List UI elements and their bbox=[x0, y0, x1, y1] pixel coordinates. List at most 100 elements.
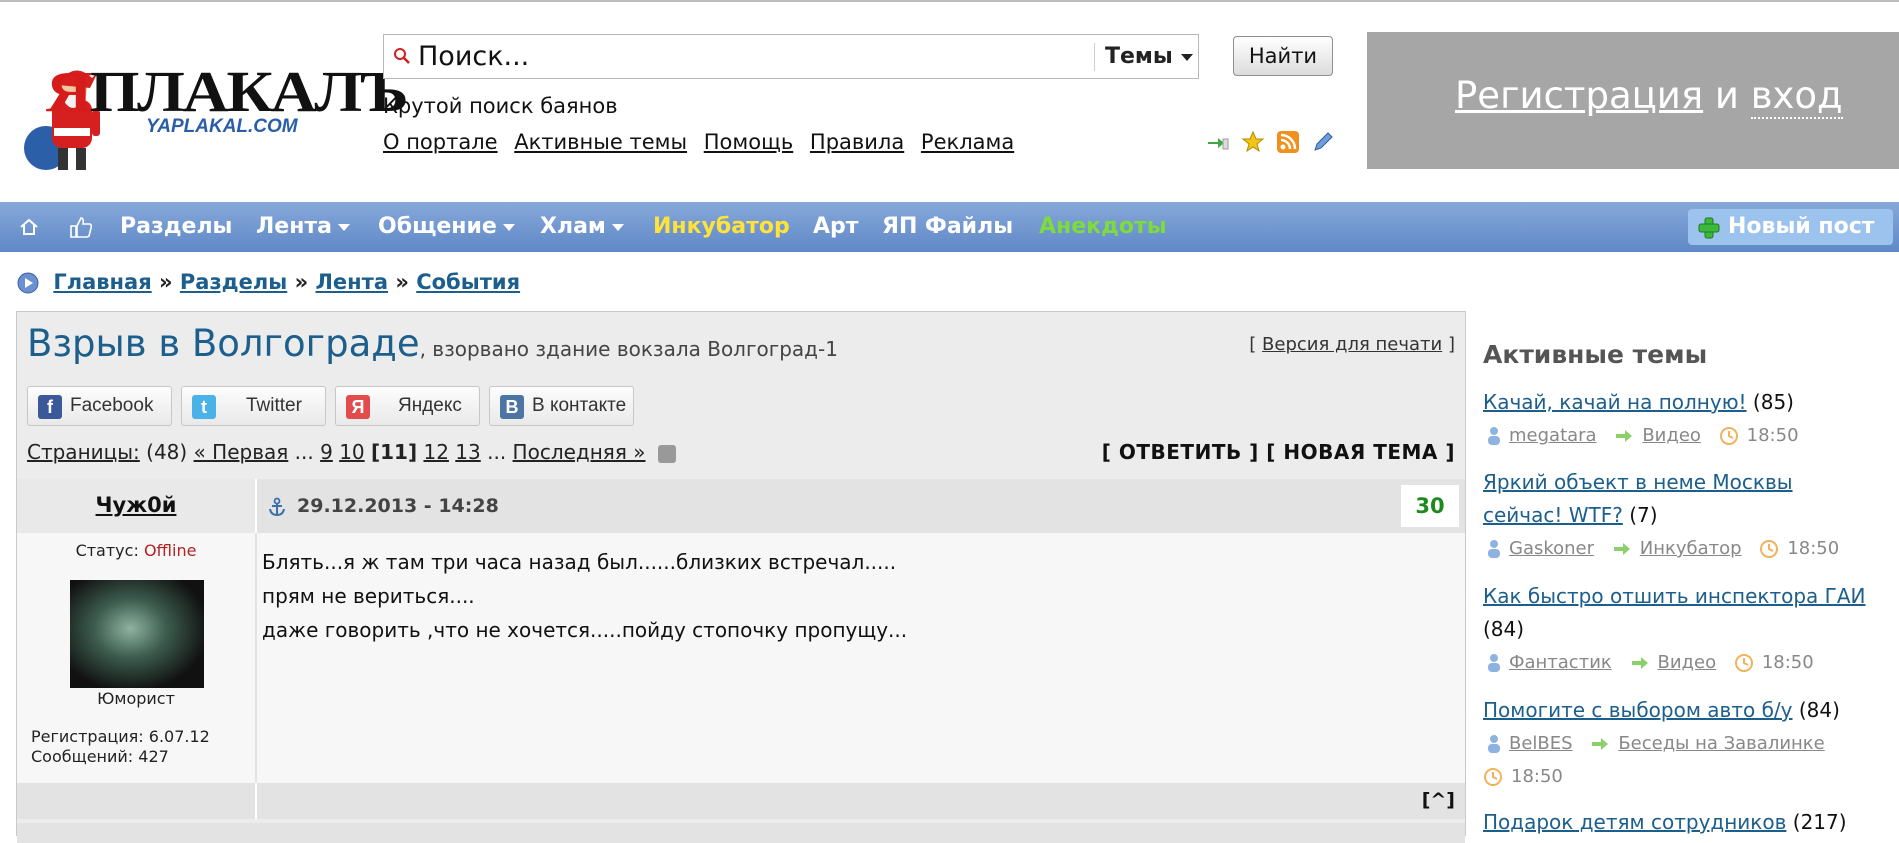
tool-icons bbox=[1206, 130, 1341, 156]
nav-files[interactable]: ЯП Файлы bbox=[882, 214, 1013, 239]
topic-user-link[interactable]: megatara bbox=[1509, 425, 1597, 446]
post-header: Чуж0й 29.12.2013 - 14:28 30 bbox=[17, 479, 1465, 533]
search-button[interactable]: Найти bbox=[1233, 36, 1333, 76]
link-about[interactable]: О портале bbox=[383, 130, 498, 154]
pages-label[interactable]: Страницы: bbox=[27, 440, 140, 464]
breadcrumb-home[interactable]: Главная bbox=[53, 270, 151, 294]
page-jump-icon[interactable] bbox=[657, 444, 676, 463]
topic-section-link[interactable]: Видео bbox=[1642, 425, 1701, 446]
search-icon bbox=[394, 48, 410, 64]
active-topic-item: Как быстро отшить инспектора ГАИ (84) Фан… bbox=[1483, 580, 1893, 679]
nav-sections[interactable]: Разделы bbox=[120, 214, 232, 239]
nav-chat[interactable]: Общение bbox=[378, 214, 515, 239]
share-facebook-button[interactable]: f Facebook bbox=[27, 386, 172, 426]
active-topic-link[interactable]: Подарок детям сотрудников bbox=[1483, 810, 1786, 834]
star-icon[interactable] bbox=[1241, 130, 1265, 154]
scroll-top-button[interactable]: [^] bbox=[1422, 789, 1455, 811]
arrow-right-icon bbox=[1616, 430, 1633, 442]
page-link[interactable]: 13 bbox=[455, 440, 480, 464]
link-ads[interactable]: Реклама bbox=[921, 130, 1014, 154]
auth-and: и bbox=[1714, 74, 1739, 117]
topic-panel: Взрыв в Волгограде, взорвано здание вокз… bbox=[16, 311, 1466, 843]
share-vk-button[interactable]: B В контакте bbox=[489, 386, 634, 426]
anchor-icon[interactable] bbox=[267, 497, 287, 517]
nav-label: Хлам bbox=[540, 214, 606, 239]
breadcrumb-separator: » bbox=[159, 270, 173, 294]
topic-section-link[interactable]: Беседы на Завалинке bbox=[1618, 733, 1824, 754]
page-link[interactable]: 10 bbox=[339, 440, 364, 464]
nav-feed[interactable]: Лента bbox=[256, 214, 350, 239]
logo-subtext: YAPLAKAL.COM bbox=[146, 116, 298, 137]
active-topic-count: (85) bbox=[1752, 390, 1794, 414]
active-topic-link[interactable]: Яркий объект в неме Москвы bbox=[1483, 470, 1793, 494]
active-topic-title: Как быстро отшить инспектора ГАИ (84) bbox=[1483, 580, 1893, 646]
pages-ellipsis: ... bbox=[294, 440, 314, 464]
author-link[interactable]: Чуж0й bbox=[96, 493, 177, 517]
sidebar-title: Активные темы bbox=[1483, 340, 1708, 369]
link-rules[interactable]: Правила bbox=[810, 130, 904, 154]
site-logo[interactable]: ЯПЛАКАЛЪ YAPLAKAL.COM bbox=[16, 30, 409, 190]
active-topic-link[interactable]: сейчас! WTF? bbox=[1483, 503, 1623, 527]
pages-ellipsis: ... bbox=[487, 440, 507, 464]
register-link[interactable]: Регистрация bbox=[1455, 74, 1703, 117]
home-icon[interactable] bbox=[18, 216, 40, 238]
nav-incubator[interactable]: Инкубатор bbox=[653, 214, 790, 239]
breadcrumb-feed[interactable]: Лента bbox=[315, 270, 388, 294]
print-version-link[interactable]: Версия для печати bbox=[1262, 334, 1442, 355]
topic-user-link[interactable]: Фантастик bbox=[1509, 652, 1612, 673]
page-link[interactable]: 9 bbox=[320, 440, 333, 464]
clock-icon bbox=[1734, 654, 1753, 672]
breadcrumb-sections[interactable]: Разделы bbox=[180, 270, 287, 294]
new-topic-button[interactable]: [ НОВАЯ ТЕМА ] bbox=[1266, 440, 1455, 464]
topic-time: 18:50 bbox=[1511, 766, 1563, 787]
breadcrumb-events[interactable]: События bbox=[416, 270, 520, 294]
topic-user-link[interactable]: Gaskoner bbox=[1509, 538, 1594, 559]
twitter-icon: t bbox=[192, 395, 216, 419]
search-scope-select[interactable]: Темы bbox=[1094, 43, 1198, 71]
login-arrow-icon[interactable] bbox=[1206, 130, 1230, 154]
share-yandex-button[interactable]: Я Яндекс bbox=[335, 386, 480, 426]
new-post-button[interactable]: Новый пост bbox=[1688, 209, 1893, 245]
active-topic-link[interactable]: Качай, качай на полную! bbox=[1483, 390, 1747, 414]
bracket: [ bbox=[1249, 334, 1257, 355]
pencil-icon[interactable] bbox=[1311, 130, 1335, 154]
page-last[interactable]: Последняя » bbox=[513, 440, 646, 464]
active-topic-link[interactable]: Как быстро отшить инспектора ГАИ bbox=[1483, 584, 1866, 608]
topic-section-link[interactable]: Видео bbox=[1658, 652, 1717, 673]
topic-user-link[interactable]: BelBES bbox=[1509, 733, 1573, 754]
active-topic-link[interactable]: Помогите с выбором авто б/у bbox=[1483, 698, 1793, 722]
post-text: Блять...я ж там три часа назад был......… bbox=[262, 545, 907, 647]
user-registration: Регистрация: 6.07.12 bbox=[31, 727, 210, 746]
clock-icon bbox=[1484, 768, 1502, 786]
page-first[interactable]: « Первая bbox=[194, 440, 289, 464]
login-link[interactable]: вход bbox=[1750, 74, 1843, 119]
search-input[interactable] bbox=[418, 39, 1118, 73]
link-active-topics[interactable]: Активные темы bbox=[514, 130, 687, 154]
post-line: даже говорить ,что не хочется.....пойду … bbox=[262, 618, 908, 642]
nav-junk[interactable]: Хлам bbox=[540, 214, 624, 239]
active-topic-meta: Gaskoner Инкубатор 18:50 bbox=[1483, 532, 1893, 565]
new-post-label: Новый пост bbox=[1728, 214, 1875, 239]
chevron-down-icon bbox=[1180, 53, 1193, 61]
user-messages: Сообщений: 427 bbox=[31, 747, 169, 766]
avatar[interactable] bbox=[70, 580, 204, 688]
share-twitter-button[interactable]: t Twitter bbox=[181, 386, 326, 426]
link-help[interactable]: Помощь bbox=[704, 130, 794, 154]
active-topic-title: Качай, качай на полную! (85) bbox=[1483, 386, 1893, 419]
page-link[interactable]: 12 bbox=[423, 440, 448, 464]
nav-art[interactable]: Арт bbox=[813, 214, 859, 239]
post-rating: 30 bbox=[1401, 485, 1459, 527]
nav-jokes[interactable]: Анекдоты bbox=[1039, 214, 1167, 239]
rss-icon[interactable] bbox=[1276, 130, 1300, 154]
auth-panel: Регистрация и вход bbox=[1367, 32, 1899, 169]
topic-section-link[interactable]: Инкубатор bbox=[1640, 538, 1742, 559]
facebook-icon: f bbox=[38, 395, 62, 419]
logo-wordmark: ЯПЛАКАЛЪ bbox=[46, 59, 409, 124]
portal-links: О портале Активные темы Помощь Правила Р… bbox=[383, 130, 1024, 154]
share-label: Twitter bbox=[246, 395, 302, 416]
thumbs-up-icon[interactable] bbox=[68, 214, 94, 240]
active-topic-item: Яркий объект в неме Москвы сейчас! WTF? (… bbox=[1483, 466, 1893, 565]
user-info: Статус: Offline Юморист Регистрация: 6.0… bbox=[17, 533, 257, 783]
reply-button[interactable]: [ ОТВЕТИТЬ ] bbox=[1102, 440, 1259, 464]
pages-count: (48) bbox=[146, 440, 188, 464]
